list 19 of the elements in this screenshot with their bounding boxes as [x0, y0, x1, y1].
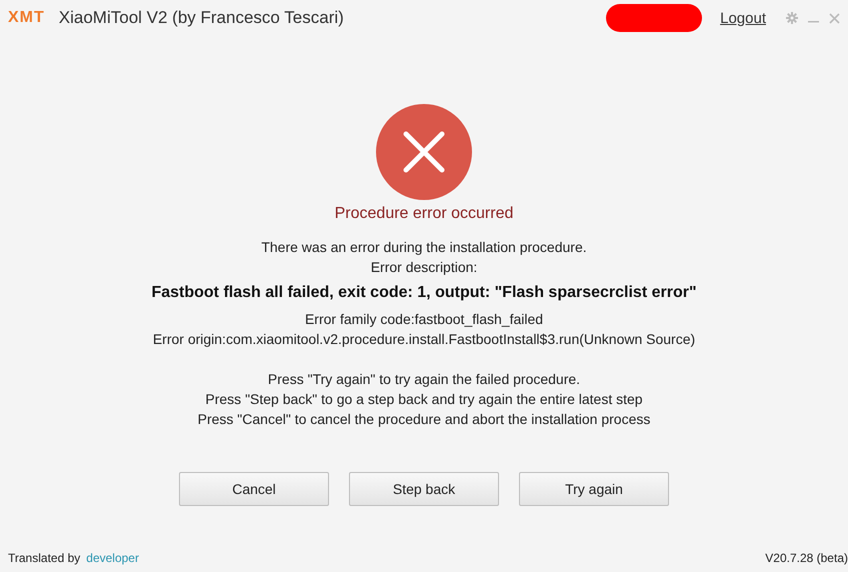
error-detail: Error family code:fastboot_flash_failed — [304, 310, 544, 329]
instruction-text: Press "Try again" to try again the failed procedure. — [268, 370, 580, 389]
action-button[interactable]: Cancel — [179, 472, 329, 506]
logout-link[interactable]: Logout — [720, 10, 766, 26]
translated-by-label: Translated by — [8, 551, 80, 565]
version-label: V20.7.28 (beta) — [765, 551, 848, 565]
settings-icon[interactable] — [786, 12, 798, 24]
window-title: XiaoMiTool V2 (by Francesco Tescari) — [58, 8, 344, 28]
instruction-text: Press "Cancel" to cancel the procedure and abort the installation process — [198, 410, 650, 429]
error-detail: Error origin:com.xiaomitool.v2.procedure.install.FastbootInstall$3.run(Unknown Source) — [152, 330, 696, 349]
app-logo: XMT — [8, 9, 45, 27]
error-message: Fastboot flash all failed, exit code: 1, output: "Flash sparsecrclist error" — [151, 283, 697, 303]
error-title: Procedure error occurred — [334, 205, 514, 223]
action-button[interactable]: Step back — [349, 472, 499, 506]
close-icon[interactable] — [829, 12, 840, 24]
error-text: There was an error during the installation procedure. — [261, 238, 587, 257]
error-text: Error description: — [370, 258, 478, 277]
instruction-text: Press "Step back" to go a step back and try again the entire latest step — [205, 390, 643, 409]
action-button[interactable]: Try again — [519, 472, 669, 506]
